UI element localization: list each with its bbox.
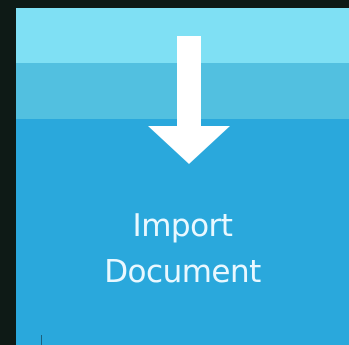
arrow-down-icon bbox=[148, 36, 230, 164]
tile-edge-mark bbox=[41, 335, 42, 345]
tile-stage: Import Document bbox=[0, 0, 349, 345]
import-document-tile[interactable]: Import Document bbox=[16, 8, 349, 345]
tile-label: Import Document bbox=[16, 203, 349, 295]
tile-label-line2: Document bbox=[104, 254, 261, 290]
tile-label-line1: Import bbox=[132, 208, 233, 244]
